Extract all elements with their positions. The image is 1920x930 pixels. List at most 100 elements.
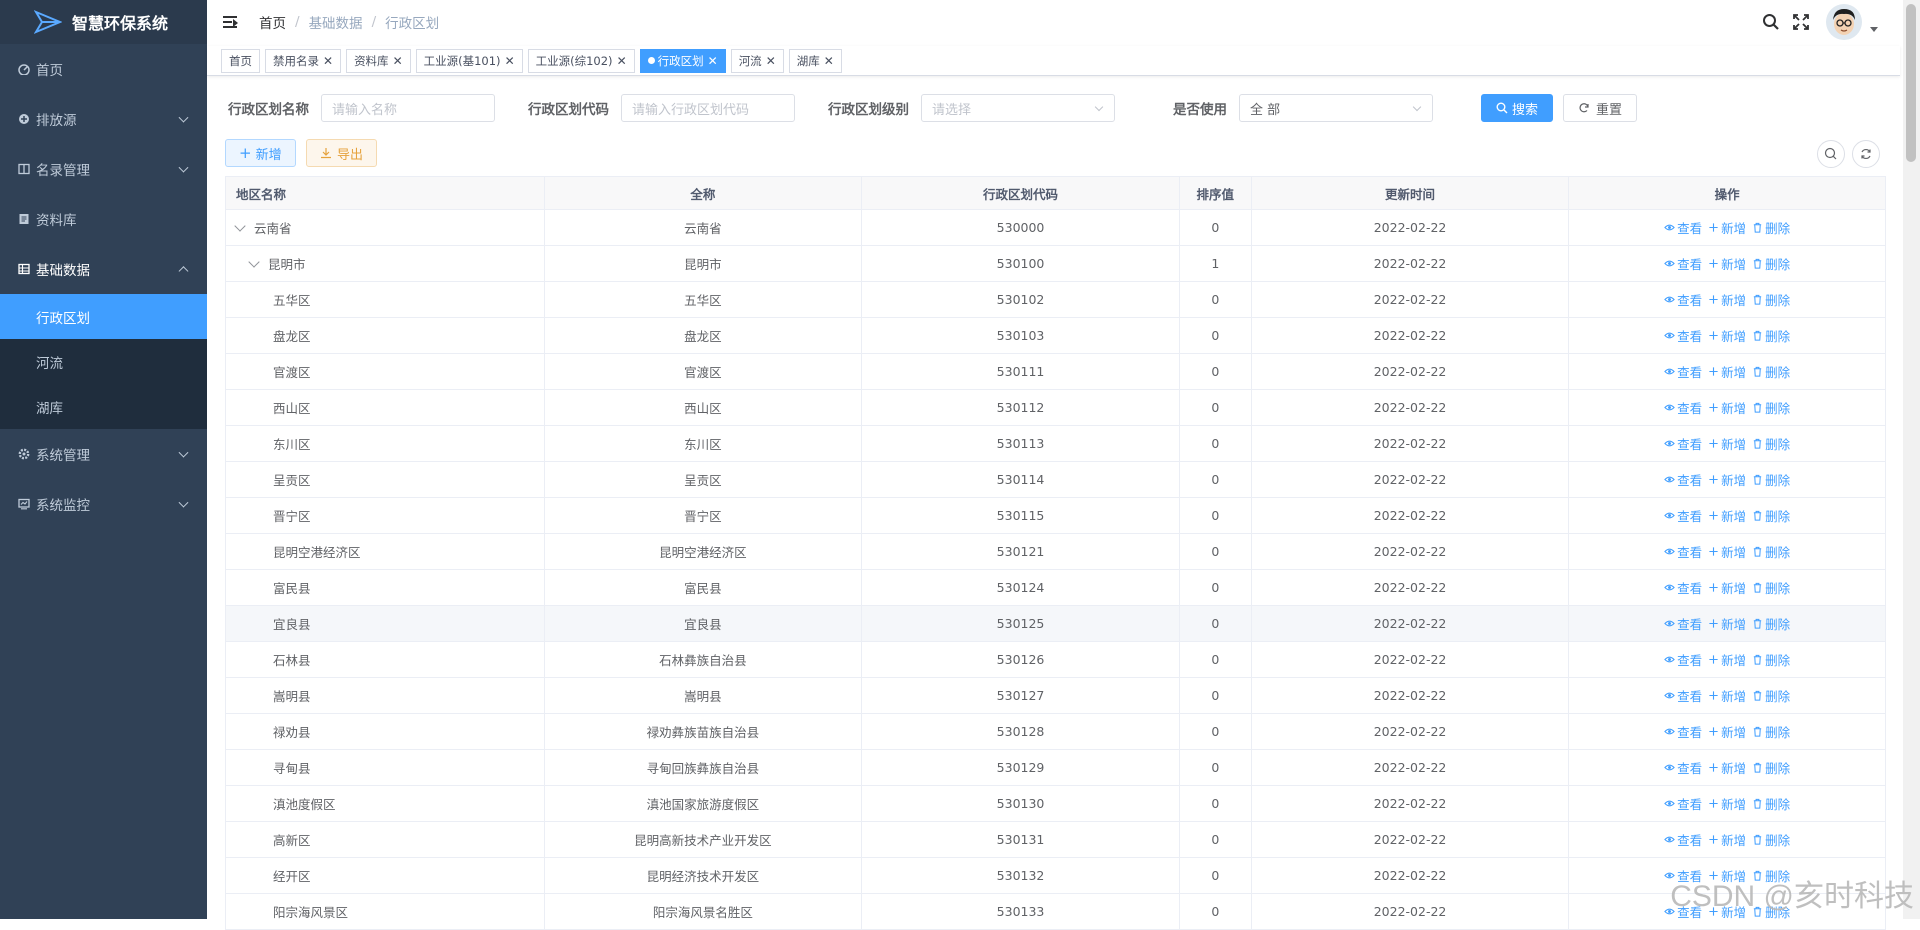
- row-add-button[interactable]: 新增: [1708, 578, 1746, 597]
- table-row[interactable]: 晋宁区晋宁区53011502022-02-22查看新增删除: [226, 498, 1885, 534]
- sidebar-item-emission[interactable]: 排放源: [0, 94, 207, 144]
- table-row[interactable]: 五华区五华区53010202022-02-22查看新增删除: [226, 282, 1885, 318]
- row-add-button[interactable]: 新增: [1708, 290, 1746, 309]
- row-view-button[interactable]: 查看: [1664, 506, 1702, 525]
- sidebar-item-library[interactable]: 资料库: [0, 194, 207, 244]
- table-row[interactable]: 富民县富民县53012402022-02-22查看新增删除: [226, 570, 1885, 606]
- row-view-button[interactable]: 查看: [1664, 398, 1702, 417]
- row-view-button[interactable]: 查看: [1664, 794, 1702, 813]
- search-button[interactable]: 搜索: [1481, 94, 1553, 122]
- table-row[interactable]: 官渡区官渡区53011102022-02-22查看新增删除: [226, 354, 1885, 390]
- row-add-button[interactable]: 新增: [1708, 794, 1746, 813]
- row-view-button[interactable]: 查看: [1664, 578, 1702, 597]
- expand-arrow-icon[interactable]: [248, 256, 259, 267]
- level-select[interactable]: 请选择: [921, 94, 1115, 122]
- expand-arrow-icon[interactable]: [234, 220, 245, 231]
- tag-library[interactable]: 资料库✕: [346, 49, 411, 73]
- row-view-button[interactable]: 查看: [1664, 650, 1702, 669]
- close-icon[interactable]: ✕: [766, 54, 776, 68]
- row-view-button[interactable]: 查看: [1664, 614, 1702, 633]
- table-row[interactable]: 东川区东川区53011302022-02-22查看新增删除: [226, 426, 1885, 462]
- sidebar-item-home[interactable]: 首页: [0, 44, 207, 94]
- search-icon[interactable]: [1762, 13, 1780, 31]
- row-delete-button[interactable]: 删除: [1752, 470, 1790, 489]
- table-row[interactable]: 盘龙区盘龙区53010302022-02-22查看新增删除: [226, 318, 1885, 354]
- row-view-button[interactable]: 查看: [1664, 758, 1702, 777]
- table-row[interactable]: 嵩明县嵩明县53012702022-02-22查看新增删除: [226, 678, 1885, 714]
- row-view-button[interactable]: 查看: [1664, 686, 1702, 705]
- table-row[interactable]: 石林县石林彝族自治县53012602022-02-22查看新增删除: [226, 642, 1885, 678]
- row-delete-button[interactable]: 删除: [1752, 650, 1790, 669]
- table-row[interactable]: 阳宗海风景区阳宗海风景名胜区53013302022-02-22查看新增删除: [226, 894, 1885, 930]
- row-delete-button[interactable]: 删除: [1752, 542, 1790, 561]
- close-icon[interactable]: ✕: [708, 54, 718, 68]
- close-icon[interactable]: ✕: [505, 54, 515, 68]
- sidebar-subitem-lake[interactable]: 湖库: [0, 384, 207, 429]
- row-add-button[interactable]: 新增: [1708, 326, 1746, 345]
- row-add-button[interactable]: 新增: [1708, 398, 1746, 417]
- row-add-button[interactable]: 新增: [1708, 722, 1746, 741]
- row-view-button[interactable]: 查看: [1664, 434, 1702, 453]
- row-add-button[interactable]: 新增: [1708, 470, 1746, 489]
- row-delete-button[interactable]: 删除: [1752, 686, 1790, 705]
- row-view-button[interactable]: 查看: [1664, 362, 1702, 381]
- sidebar-item-system-monitor[interactable]: 系统监控: [0, 479, 207, 529]
- row-delete-button[interactable]: 删除: [1752, 578, 1790, 597]
- tag-industrial-102[interactable]: 工业源(综102)✕: [528, 49, 635, 73]
- row-add-button[interactable]: 新增: [1708, 830, 1746, 849]
- row-delete-button[interactable]: 删除: [1752, 830, 1790, 849]
- row-add-button[interactable]: 新增: [1708, 650, 1746, 669]
- close-icon[interactable]: ✕: [323, 54, 333, 68]
- row-add-button[interactable]: 新增: [1708, 218, 1746, 237]
- row-add-button[interactable]: 新增: [1708, 434, 1746, 453]
- row-add-button[interactable]: 新增: [1708, 254, 1746, 273]
- tag-lake[interactable]: 湖库✕: [789, 49, 842, 73]
- name-input[interactable]: 请输入名称: [321, 94, 495, 122]
- row-delete-button[interactable]: 删除: [1752, 506, 1790, 525]
- tag-industrial-101[interactable]: 工业源(基101)✕: [416, 49, 523, 73]
- row-view-button[interactable]: 查看: [1664, 218, 1702, 237]
- sidebar-item-directory[interactable]: 名录管理: [0, 144, 207, 194]
- table-row[interactable]: 寻甸县寻甸回族彝族自治县53012902022-02-22查看新增删除: [226, 750, 1885, 786]
- row-add-button[interactable]: 新增: [1708, 506, 1746, 525]
- row-delete-button[interactable]: 删除: [1752, 290, 1790, 309]
- row-view-button[interactable]: 查看: [1664, 722, 1702, 741]
- caret-down-icon[interactable]: [1870, 27, 1878, 32]
- row-add-button[interactable]: 新增: [1708, 542, 1746, 561]
- table-row[interactable]: 西山区西山区53011202022-02-22查看新增删除: [226, 390, 1885, 426]
- table-row[interactable]: 昆明市昆明市53010012022-02-22查看新增删除: [226, 246, 1885, 282]
- hamburger-icon[interactable]: [223, 15, 239, 29]
- breadcrumb-home[interactable]: 首页: [259, 12, 286, 32]
- row-delete-button[interactable]: 删除: [1752, 758, 1790, 777]
- row-view-button[interactable]: 查看: [1664, 542, 1702, 561]
- sidebar-item-system-management[interactable]: 系统管理: [0, 429, 207, 479]
- code-input[interactable]: 请输入行政区划代码: [621, 94, 795, 122]
- tag-home[interactable]: 首页: [221, 49, 260, 73]
- row-delete-button[interactable]: 删除: [1752, 326, 1790, 345]
- row-add-button[interactable]: 新增: [1708, 758, 1746, 777]
- row-delete-button[interactable]: 删除: [1752, 254, 1790, 273]
- add-button[interactable]: + 新增: [225, 139, 296, 167]
- fullscreen-icon[interactable]: [1792, 13, 1810, 31]
- use-select[interactable]: 全 部: [1239, 94, 1433, 122]
- toggle-search-button[interactable]: [1817, 140, 1845, 168]
- row-view-button[interactable]: 查看: [1664, 290, 1702, 309]
- row-delete-button[interactable]: 删除: [1752, 218, 1790, 237]
- row-delete-button[interactable]: 删除: [1752, 614, 1790, 633]
- table-row[interactable]: 禄劝县禄劝彝族苗族自治县53012802022-02-22查看新增删除: [226, 714, 1885, 750]
- row-view-button[interactable]: 查看: [1664, 470, 1702, 489]
- export-button[interactable]: 导出: [306, 139, 377, 167]
- row-add-button[interactable]: 新增: [1708, 614, 1746, 633]
- refresh-button[interactable]: [1852, 140, 1880, 168]
- page-scrollbar[interactable]: [1906, 4, 1916, 162]
- tag-admin-division[interactable]: 行政区划✕: [640, 49, 726, 73]
- tag-river[interactable]: 河流✕: [731, 49, 784, 73]
- row-delete-button[interactable]: 删除: [1752, 434, 1790, 453]
- sidebar-item-basic-data[interactable]: 基础数据: [0, 244, 207, 294]
- table-row[interactable]: 昆明空港经济区昆明空港经济区53012102022-02-22查看新增删除: [226, 534, 1885, 570]
- table-row[interactable]: 滇池度假区滇池国家旅游度假区53013002022-02-22查看新增删除: [226, 786, 1885, 822]
- reset-button[interactable]: 重置: [1563, 94, 1637, 122]
- row-add-button[interactable]: 新增: [1708, 686, 1746, 705]
- sidebar-subitem-river[interactable]: 河流: [0, 339, 207, 384]
- close-icon[interactable]: ✕: [824, 54, 834, 68]
